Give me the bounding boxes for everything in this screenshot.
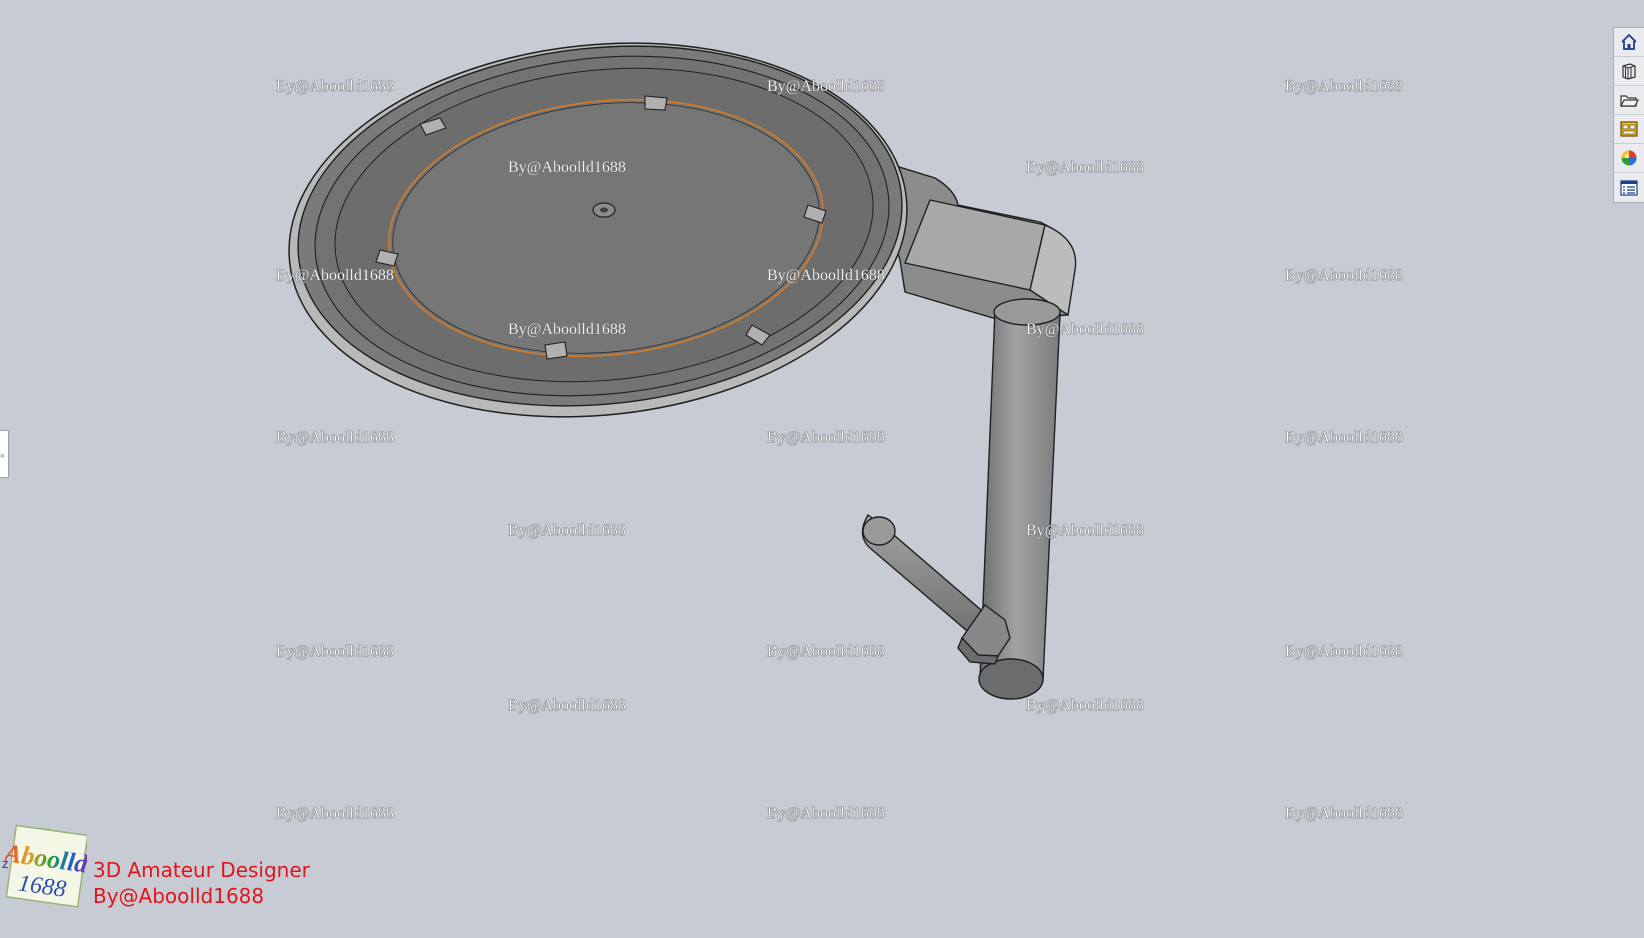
appearances-button[interactable]	[1614, 144, 1644, 173]
brand-logo: Aboolld 1688	[1, 824, 91, 913]
view-palette-button[interactable]	[1614, 115, 1644, 144]
brand-handle: By@Aboolld1688	[93, 884, 265, 908]
watermark-text: By@Aboolld1688	[508, 159, 626, 176]
watermark-text: By@Aboolld1688	[1285, 805, 1403, 822]
watermark-text: By@Aboolld1688	[767, 643, 885, 660]
3d-model[interactable]	[0, 0, 1644, 938]
task-pane	[1613, 27, 1644, 203]
watermark-text: By@Aboolld1688	[276, 78, 394, 95]
chevron-right-icon: »	[0, 451, 5, 460]
watermark-text: By@Aboolld1688	[276, 429, 394, 446]
watermark-text: By@Aboolld1688	[1285, 267, 1403, 284]
watermark-text: By@Aboolld1688	[1026, 697, 1144, 714]
logo-icon: Aboolld 1688	[1, 824, 91, 908]
watermark-text: By@Aboolld1688	[276, 805, 394, 822]
watermark-text: By@Aboolld1688	[767, 78, 885, 95]
watermark-text: By@Aboolld1688	[1026, 522, 1144, 539]
folder-icon	[1620, 95, 1639, 107]
watermark-text: By@Aboolld1688	[1026, 159, 1144, 176]
home-icon	[1621, 33, 1637, 50]
brand-title: 3D Amateur Designer	[93, 858, 310, 882]
home-button[interactable]	[1614, 28, 1644, 57]
custom-properties-button[interactable]	[1614, 173, 1644, 202]
design-library-button[interactable]	[1614, 57, 1644, 86]
watermark-text: By@Aboolld1688	[767, 805, 885, 822]
watermark-text: By@Aboolld1688	[508, 522, 626, 539]
brand-text: 3D Amateur Designer By@Aboolld1688	[93, 857, 310, 909]
view-palette-icon	[1620, 121, 1638, 137]
watermark-text: By@Aboolld1688	[1285, 78, 1403, 95]
design-library-icon	[1622, 63, 1636, 80]
watermark-text: By@Aboolld1688	[1285, 643, 1403, 660]
graphics-area[interactable]: By@Aboolld1688 By@Aboolld1688 By@Aboolld…	[0, 0, 1644, 938]
custom-properties-icon	[1620, 179, 1638, 196]
watermark-text: By@Aboolld1688	[767, 429, 885, 446]
watermark-text: By@Aboolld1688	[276, 267, 394, 284]
watermark-text: By@Aboolld1688	[508, 321, 626, 338]
watermark-text: By@Aboolld1688	[276, 643, 394, 660]
watermark-text: By@Aboolld1688	[508, 697, 626, 714]
watermark-text: By@Aboolld1688	[1285, 429, 1403, 446]
watermark-text: By@Aboolld1688	[767, 267, 885, 284]
watermark-text: By@Aboolld1688	[1026, 321, 1144, 338]
feature-manager-collapse-tab[interactable]: »	[0, 430, 9, 478]
appearances-icon	[1621, 150, 1637, 166]
file-explorer-button[interactable]	[1614, 86, 1644, 115]
